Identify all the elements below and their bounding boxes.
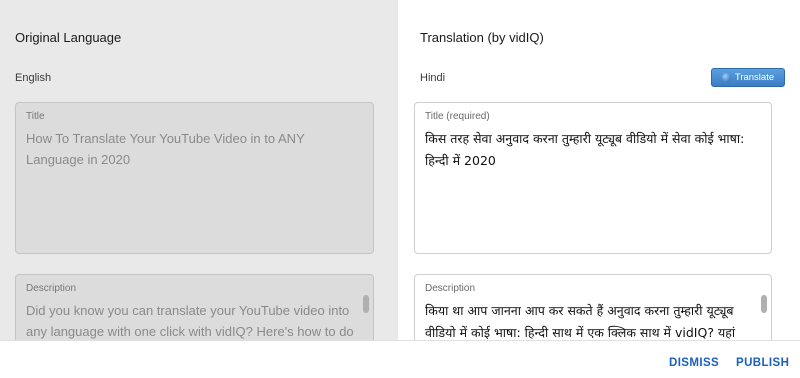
translated-description-label: Description	[425, 283, 476, 294]
translated-title-field[interactable]: Title (required) किस तरह सेवा अनुवाद करन…	[414, 102, 772, 254]
translate-button-label: Translate	[734, 72, 775, 83]
translate-button[interactable]: Translate	[711, 68, 785, 87]
globe-icon	[721, 73, 731, 82]
original-description-value: Did you know you can translate your YouT…	[26, 303, 354, 339]
translation-heading: Translation (by vidIQ)	[420, 30, 544, 45]
original-description-scrollbar[interactable]	[363, 295, 369, 313]
original-description-label: Description	[26, 283, 77, 294]
translated-title-value[interactable]: किस तरह सेवा अनुवाद करना तुम्हारी यूट्यू…	[425, 128, 753, 172]
original-language-heading: Original Language	[15, 30, 122, 45]
translated-title-label: Title (required)	[425, 111, 490, 122]
publish-button[interactable]: PUBLISH	[736, 357, 789, 369]
dialog-footer: DISMISS PUBLISH	[0, 340, 800, 378]
translated-description-scrollbar[interactable]	[761, 295, 767, 313]
translation-language-name: Hindi	[420, 72, 446, 84]
translation-panel: Translation (by vidIQ) Hindi Translate T…	[398, 0, 800, 354]
translated-description-value[interactable]: किया था आप जानना आप कर सकते हैं अनुवाद क…	[425, 300, 753, 344]
original-language-name: English	[15, 72, 52, 84]
original-title-field: Title How To Translate Your YouTube Vide…	[15, 102, 374, 254]
original-language-panel: Original Language English Title How To T…	[0, 0, 398, 354]
original-title-value: How To Translate Your YouTube Video in t…	[26, 131, 305, 167]
dismiss-button[interactable]: DISMISS	[669, 357, 719, 369]
original-title-label: Title	[26, 111, 45, 122]
